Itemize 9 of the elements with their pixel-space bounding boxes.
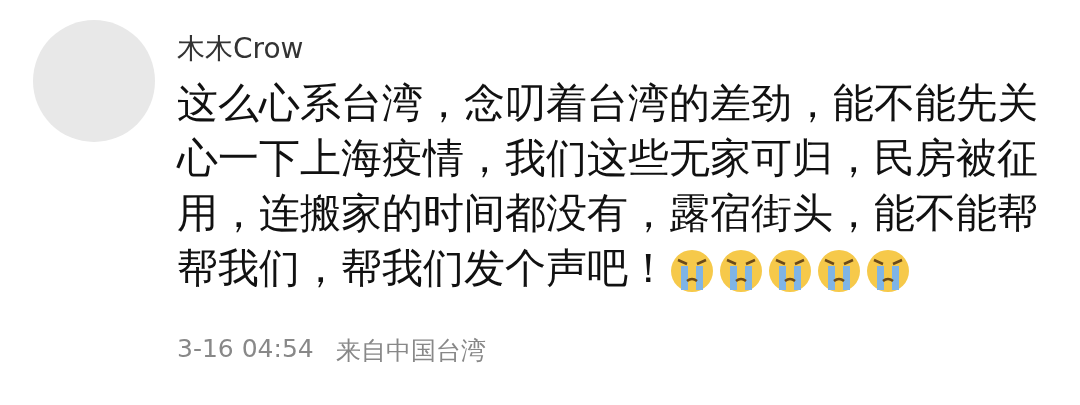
comment-location: 来自中国台湾 <box>335 335 486 367</box>
crying-emoji-icon <box>767 248 813 294</box>
crying-emoji-icon <box>865 248 911 294</box>
author-name[interactable]: 木木Crow <box>177 30 1047 68</box>
comment-time: 3-16 04:54 <box>177 334 314 365</box>
comment-text: 这么心系台湾，念叨着台湾的差劲，能不能先关心一下上海疫情，我们这些无家可归，民房被征用，连搬家的时间都没有，露宿街头，能不能帮帮我们，帮我们发个声吧！ <box>177 78 1039 296</box>
crying-emoji-icon <box>816 248 862 294</box>
crying-emoji-icon <box>718 248 764 294</box>
crying-emoji-icon <box>669 248 715 294</box>
